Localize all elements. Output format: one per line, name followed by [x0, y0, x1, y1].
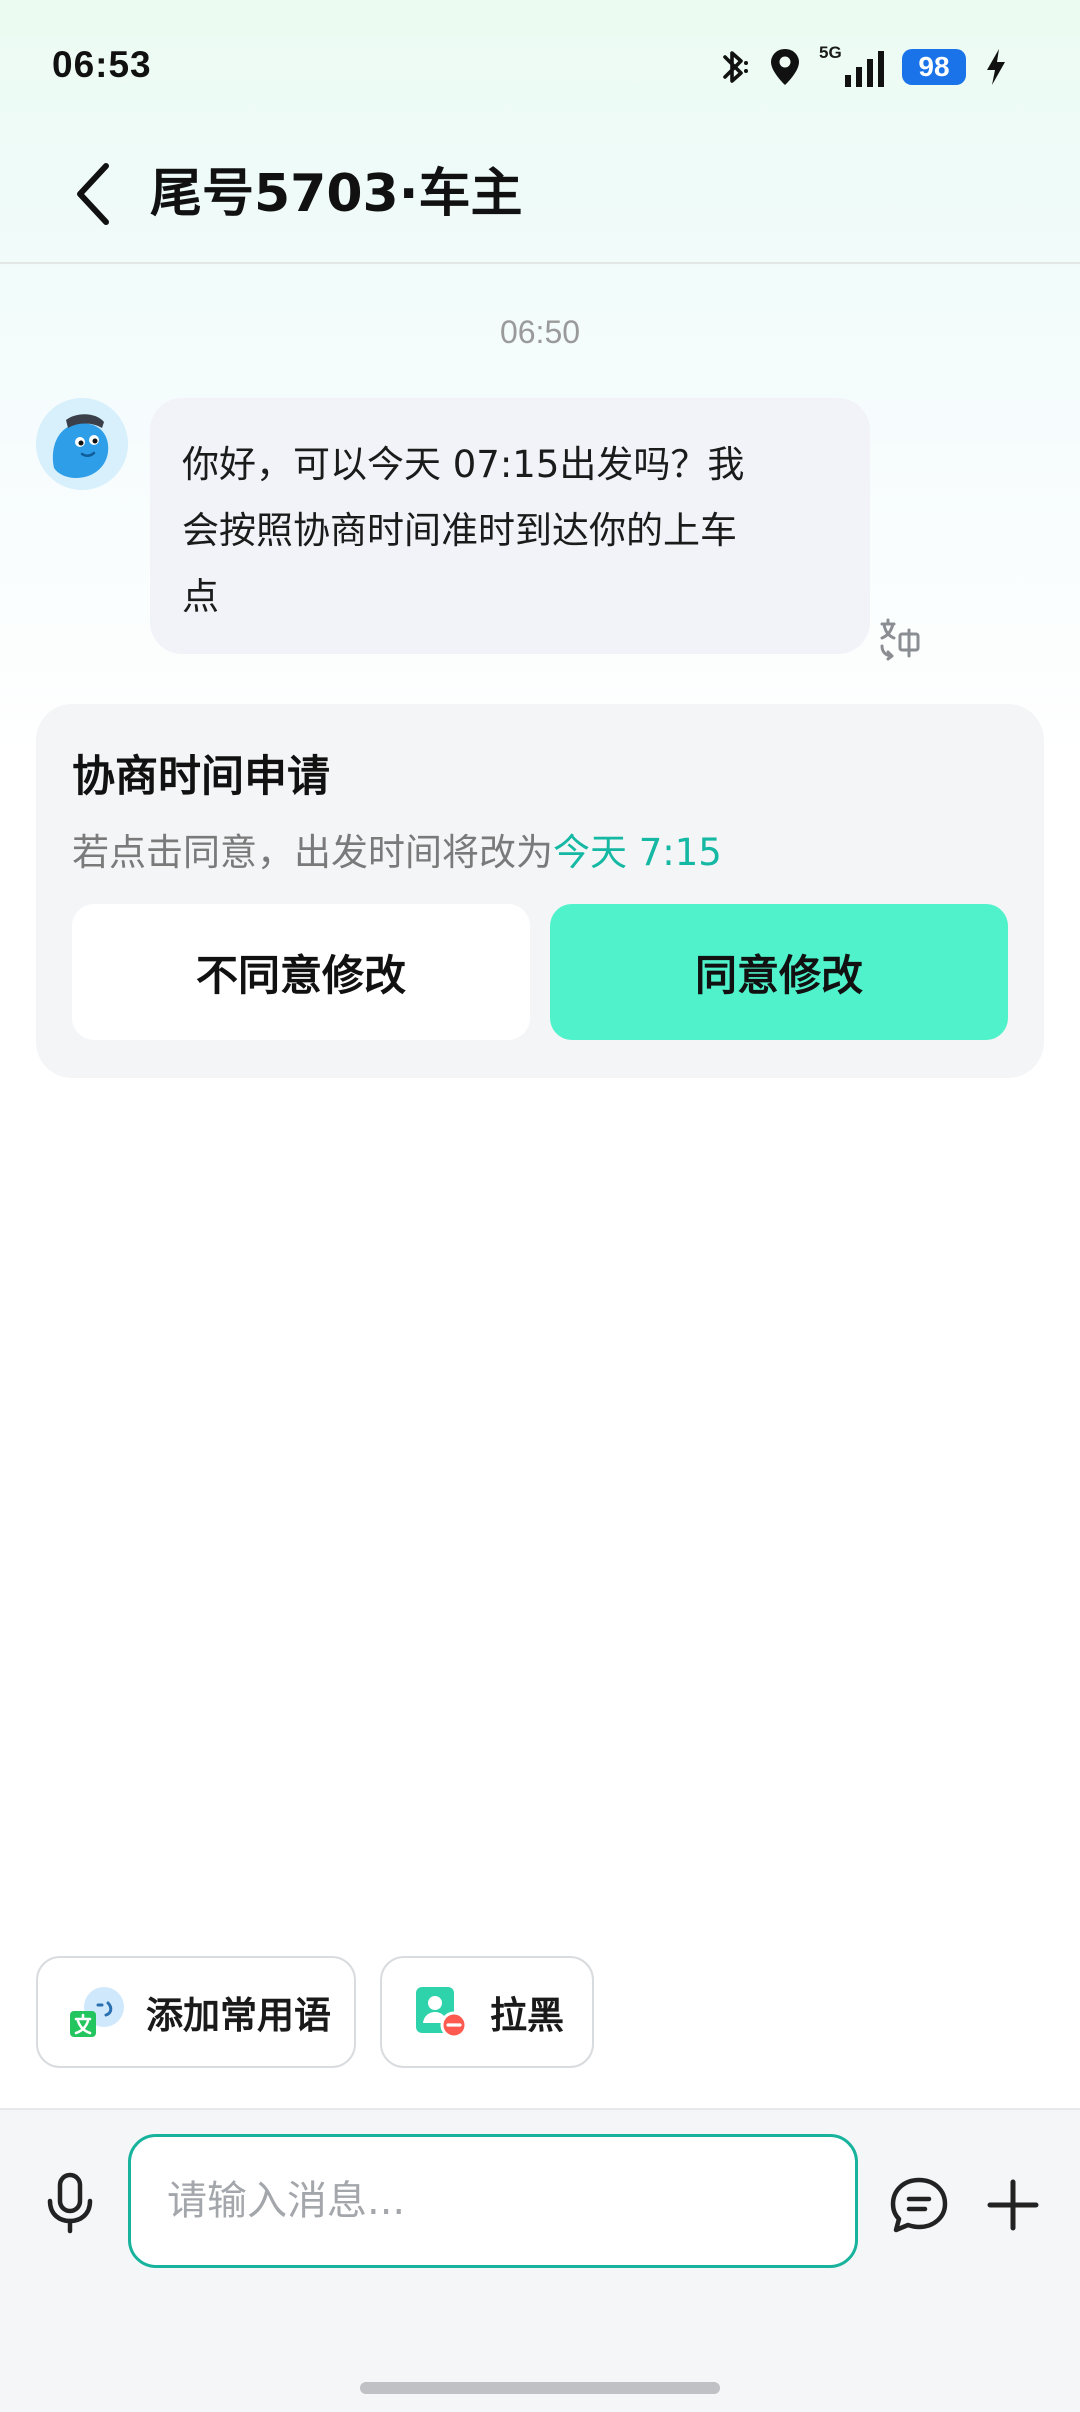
- plus-icon: [987, 2179, 1039, 2231]
- avatar[interactable]: [36, 398, 128, 490]
- card-title: 协商时间申请: [72, 752, 330, 802]
- message-input[interactable]: [128, 2134, 858, 2268]
- chevron-left-icon: [77, 163, 109, 225]
- signal-icon: 5G: [819, 43, 884, 87]
- add-phrase-icon: [70, 1987, 124, 2037]
- page-title: 尾号5703·车主: [150, 164, 523, 224]
- home-indicator[interactable]: [360, 2382, 720, 2394]
- message-line: 会按照协商时间准时到达你的上车: [182, 509, 737, 552]
- bluetooth-icon: [723, 51, 748, 83]
- add-phrase-button[interactable]: 添加常用语: [36, 1956, 356, 2068]
- header-divider: [0, 262, 1080, 264]
- voice-button[interactable]: [38, 2168, 102, 2238]
- message-bubble[interactable]: 你好，可以今天 07:15出发吗？我 会按照协商时间准时到达你的上车 点: [150, 398, 870, 654]
- message-line: 点: [182, 575, 219, 618]
- card-description: 若点击同意，出发时间将改为今天 7:15: [72, 822, 722, 876]
- translate-icon[interactable]: [876, 614, 924, 662]
- status-icons: 5G 98: [717, 43, 1008, 90]
- add-phrase-label: 添加常用语: [146, 1994, 331, 2037]
- network-type: 5G: [819, 43, 842, 62]
- more-button[interactable]: [982, 2174, 1044, 2236]
- quick-phrase-button[interactable]: [888, 2174, 950, 2236]
- chat-bubble-icon: [890, 2177, 948, 2233]
- status-time: 06:53: [52, 44, 152, 85]
- accept-button[interactable]: 同意修改: [550, 904, 1008, 1040]
- block-button[interactable]: 拉黑: [380, 1956, 594, 2068]
- block-label: 拉黑: [490, 1994, 564, 2037]
- microphone-icon: [47, 2172, 93, 2234]
- block-user-icon: [416, 1987, 468, 2039]
- decline-button[interactable]: 不同意修改: [72, 904, 530, 1040]
- charging-icon: [987, 49, 1005, 85]
- card-new-time: 今天 7:15: [553, 831, 722, 874]
- battery-icon: 98: [902, 49, 966, 85]
- back-button[interactable]: [62, 156, 122, 232]
- mascot-avatar-icon: [36, 398, 128, 490]
- card-description-text: 若点击同意，出发时间将改为: [72, 831, 553, 874]
- message-line: 你好，可以今天 07:15出发吗？我: [182, 443, 745, 486]
- message-timestamp: 06:50: [499, 314, 581, 350]
- location-icon: [771, 49, 799, 85]
